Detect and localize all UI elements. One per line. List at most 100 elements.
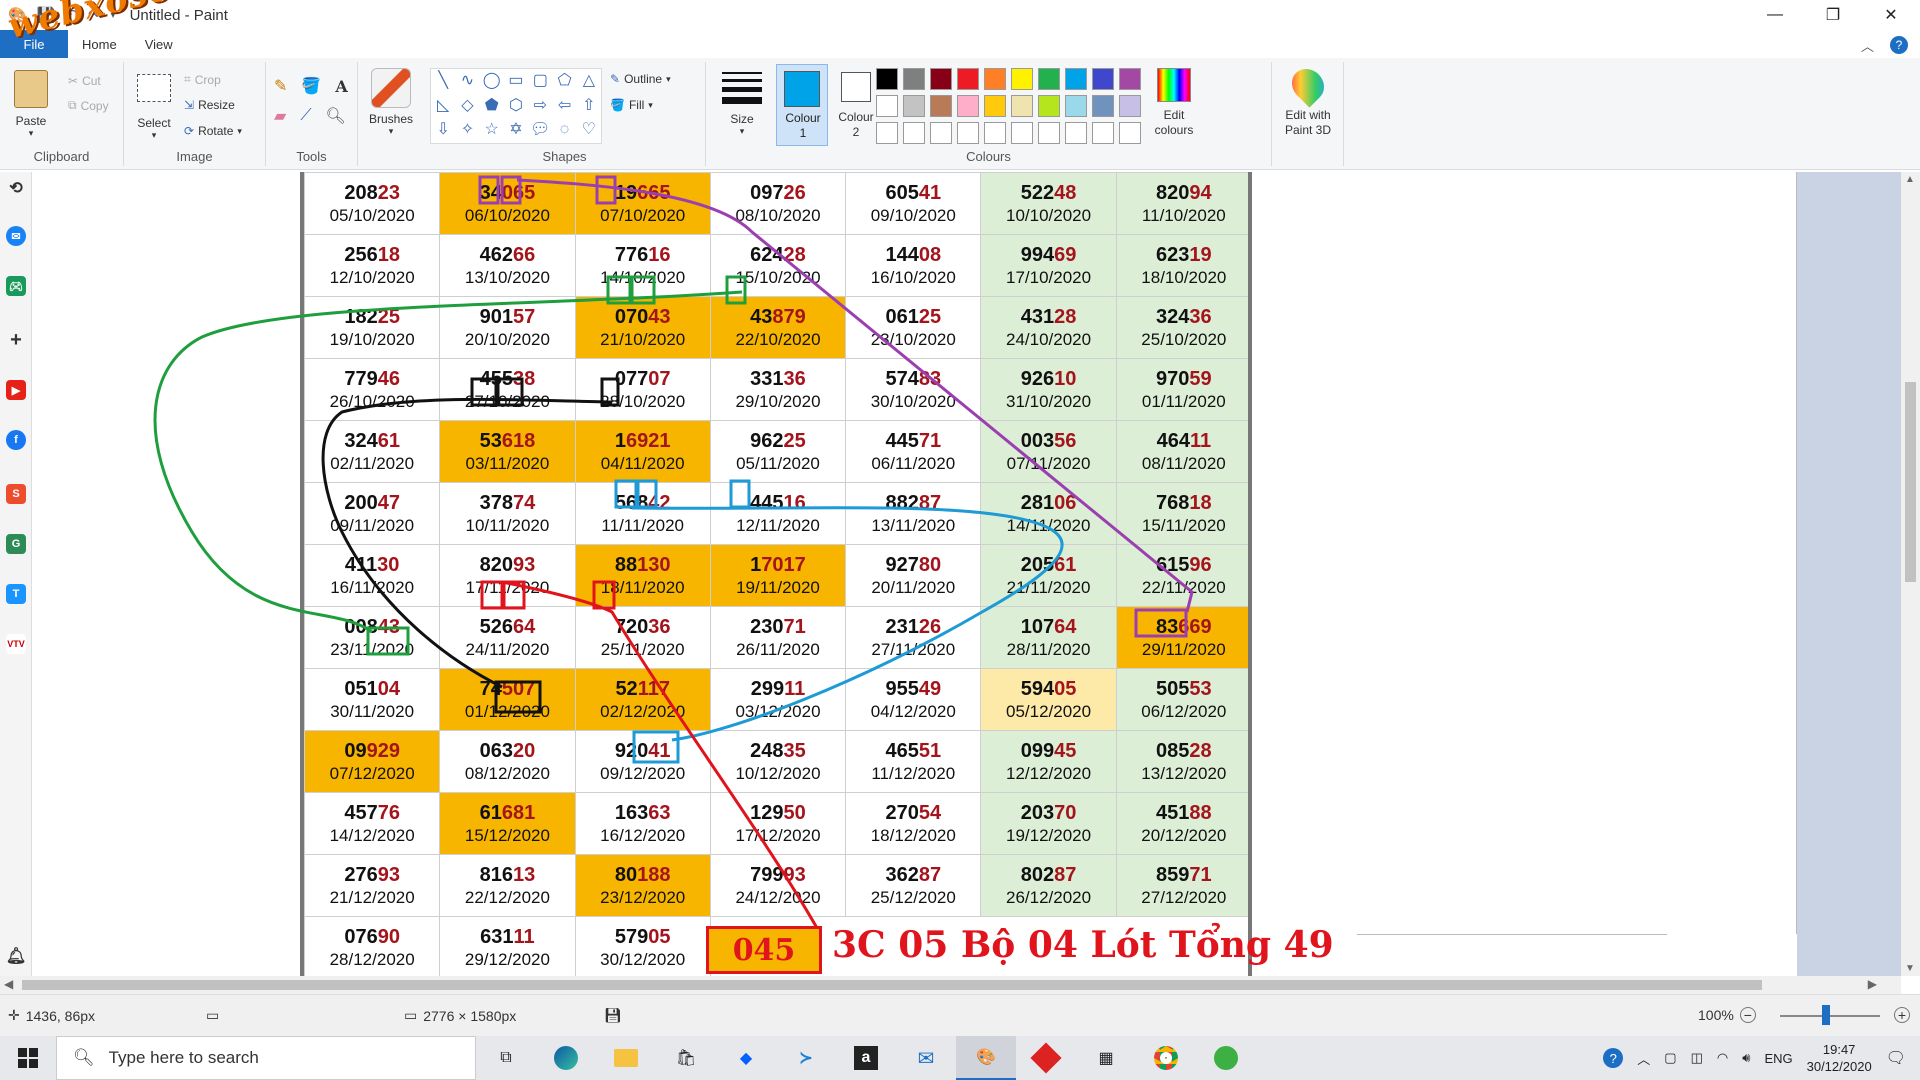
scroll-up-icon[interactable]: ▲ bbox=[1905, 174, 1915, 185]
brushes-button[interactable]: Brushes ▾ bbox=[366, 68, 416, 137]
fill-bucket-icon[interactable]: 🪣 bbox=[301, 76, 321, 96]
palette-colour-swatch[interactable] bbox=[1119, 95, 1141, 117]
callout-rect-shape-icon[interactable]: 💬︎ bbox=[528, 118, 552, 143]
palette-colour-swatch[interactable] bbox=[957, 95, 979, 117]
palette-colour-swatch[interactable] bbox=[1119, 68, 1141, 90]
palette-colour-swatch[interactable] bbox=[930, 95, 952, 117]
palette-colour-swatch[interactable] bbox=[876, 68, 898, 90]
collapse-ribbon-icon[interactable]: ︿ bbox=[1861, 36, 1874, 55]
shapes-gallery[interactable]: ╲ ∿ ◯ ▭ ▢ ⬠ △ ◺ ◇ ⬟ ⬡ ⇨ ⇦ ⇧ ⇩ ✧ ☆ ✡ 💬︎ ◌ ♡ bbox=[430, 68, 602, 144]
triangle-shape-icon[interactable]: △ bbox=[577, 69, 601, 94]
zoom-slider-thumb[interactable] bbox=[1822, 1005, 1830, 1025]
fill-button[interactable]: 🪣 Fill ▾ bbox=[610, 98, 653, 112]
rotate-button[interactable]: ⟳ Rotate ▾ bbox=[184, 124, 242, 138]
palette-colour-swatch[interactable] bbox=[903, 122, 925, 144]
palette-colour-swatch[interactable] bbox=[1119, 122, 1141, 144]
maximize-button[interactable]: ❐ bbox=[1804, 0, 1862, 30]
close-button[interactable]: ✕ bbox=[1862, 0, 1920, 30]
help-icon[interactable]: ? bbox=[1890, 36, 1908, 54]
language-indicator[interactable]: ENG bbox=[1764, 1051, 1792, 1066]
star4-shape-icon[interactable]: ✧ bbox=[455, 118, 479, 143]
device-icon[interactable]: ▢ bbox=[1664, 1050, 1676, 1066]
palette-colour-swatch[interactable] bbox=[1038, 122, 1060, 144]
eraser-icon[interactable]: ▰ bbox=[274, 106, 286, 126]
palette-colour-swatch[interactable] bbox=[1065, 68, 1087, 90]
palette-colour-swatch[interactable] bbox=[957, 122, 979, 144]
app-icon-green[interactable] bbox=[1196, 1036, 1256, 1080]
palette-colour-swatch[interactable] bbox=[984, 68, 1006, 90]
task-view-icon[interactable]: ⧉ bbox=[476, 1036, 536, 1080]
zoom-out-icon[interactable]: − bbox=[1739, 1007, 1756, 1023]
palette-colour-swatch[interactable] bbox=[1011, 122, 1033, 144]
volume-icon[interactable]: 🔊︎ bbox=[1742, 1050, 1750, 1066]
line-shape-icon[interactable]: ╲ bbox=[431, 69, 455, 94]
vertical-scrollbar[interactable]: ▲ ▼ bbox=[1901, 172, 1920, 976]
palette-colour-swatch[interactable] bbox=[1092, 95, 1114, 117]
palette-colour-swatch[interactable] bbox=[957, 68, 979, 90]
mail-icon[interactable]: ✉ bbox=[896, 1036, 956, 1080]
taskbar-search[interactable]: 🔍︎ Type here to search bbox=[56, 1036, 476, 1080]
rounded-rect-shape-icon[interactable]: ▢ bbox=[528, 69, 552, 94]
arrow-up-shape-icon[interactable]: ⇧ bbox=[577, 94, 601, 119]
edit-with-paint3d-button[interactable]: Edit with Paint 3D bbox=[1276, 62, 1340, 138]
right-triangle-shape-icon[interactable]: ◺ bbox=[431, 94, 455, 119]
cut-button[interactable]: ✂ Cut bbox=[68, 74, 101, 88]
paint-taskbar-icon[interactable]: 🎨 bbox=[956, 1036, 1016, 1080]
vtv-icon[interactable]: VTV bbox=[6, 634, 26, 654]
arrow-left-shape-icon[interactable]: ⇦ bbox=[552, 94, 576, 119]
palette-colour-swatch[interactable] bbox=[1065, 122, 1087, 144]
tiki-icon[interactable]: T bbox=[6, 584, 26, 604]
network-icon[interactable]: ◫ bbox=[1691, 1050, 1703, 1066]
app-icon-red[interactable] bbox=[1016, 1036, 1076, 1080]
outline-button[interactable]: ✎ Outline ▾ bbox=[610, 72, 671, 86]
palette-colour-swatch[interactable] bbox=[1011, 95, 1033, 117]
hexagon-shape-icon[interactable]: ⬡ bbox=[504, 94, 528, 119]
minimize-button[interactable]: — bbox=[1746, 0, 1804, 30]
paste-button[interactable]: Paste ▾ bbox=[10, 70, 52, 139]
clock[interactable]: 19:47 30/12/2020 bbox=[1807, 1041, 1872, 1075]
add-icon[interactable]: + bbox=[6, 329, 26, 351]
magnifier-icon[interactable]: 🔍︎ bbox=[326, 106, 346, 126]
curve-shape-icon[interactable]: ∿ bbox=[455, 69, 479, 94]
crop-button[interactable]: ⌗ Crop bbox=[184, 72, 221, 87]
youtube-icon[interactable]: ▶ bbox=[6, 380, 26, 400]
text-tool-icon[interactable]: A bbox=[335, 77, 347, 96]
pencil-icon[interactable]: ✎ bbox=[274, 76, 287, 96]
rectangle-shape-icon[interactable]: ▭ bbox=[504, 69, 528, 94]
heart-shape-icon[interactable]: ♡ bbox=[577, 118, 601, 143]
copy-button[interactable]: ⧉ Copy bbox=[68, 98, 109, 113]
tab-view[interactable]: View bbox=[131, 37, 187, 52]
app-icon-grid[interactable]: ▦ bbox=[1076, 1036, 1136, 1080]
show-hidden-icon[interactable]: ︿ bbox=[1637, 1049, 1650, 1068]
vscode-icon[interactable]: ≻ bbox=[776, 1036, 836, 1080]
palette-colour-swatch[interactable] bbox=[903, 95, 925, 117]
palette-colour-swatch[interactable] bbox=[1065, 95, 1087, 117]
palette-colour-swatch[interactable] bbox=[903, 68, 925, 90]
palette-colour-swatch[interactable] bbox=[1011, 68, 1033, 90]
resize-button[interactable]: ⇲ Resize bbox=[184, 98, 235, 112]
horizontal-scroll-thumb[interactable] bbox=[22, 980, 1762, 990]
star6-shape-icon[interactable]: ✡ bbox=[504, 118, 528, 143]
wifi-icon[interactable]: ◠ bbox=[1717, 1050, 1728, 1066]
palette-colour-swatch[interactable] bbox=[876, 122, 898, 144]
messenger-icon[interactable]: ✉ bbox=[6, 226, 26, 246]
shopee-icon[interactable]: S bbox=[6, 484, 26, 504]
amazon-icon[interactable]: a bbox=[836, 1036, 896, 1080]
palette-colour-swatch[interactable] bbox=[1038, 95, 1060, 117]
palette-colour-swatch[interactable] bbox=[930, 122, 952, 144]
callout-oval-shape-icon[interactable]: ◌ bbox=[552, 118, 576, 143]
colour-picker-icon[interactable]: ⟋ bbox=[300, 107, 311, 125]
zoom-slider[interactable] bbox=[1780, 1015, 1880, 1017]
select-button[interactable]: Select ▾ bbox=[132, 70, 176, 141]
diamond-shape-icon[interactable]: ◇ bbox=[455, 94, 479, 119]
polygon-shape-icon[interactable]: ⬠ bbox=[552, 69, 576, 94]
tab-home[interactable]: Home bbox=[68, 37, 131, 52]
size-button[interactable]: Size ▾ bbox=[712, 68, 772, 137]
scroll-left-icon[interactable]: ◀ bbox=[4, 977, 13, 991]
pentagon-shape-icon[interactable]: ⬟ bbox=[480, 94, 504, 119]
palette-colour-swatch[interactable] bbox=[1092, 68, 1114, 90]
gamepad-icon[interactable]: 🎮︎ bbox=[6, 276, 26, 296]
colour1-button[interactable]: Colour 1 bbox=[776, 64, 828, 146]
arrow-right-shape-icon[interactable]: ⇨ bbox=[528, 94, 552, 119]
store-icon[interactable]: 🛍︎ bbox=[656, 1036, 716, 1080]
